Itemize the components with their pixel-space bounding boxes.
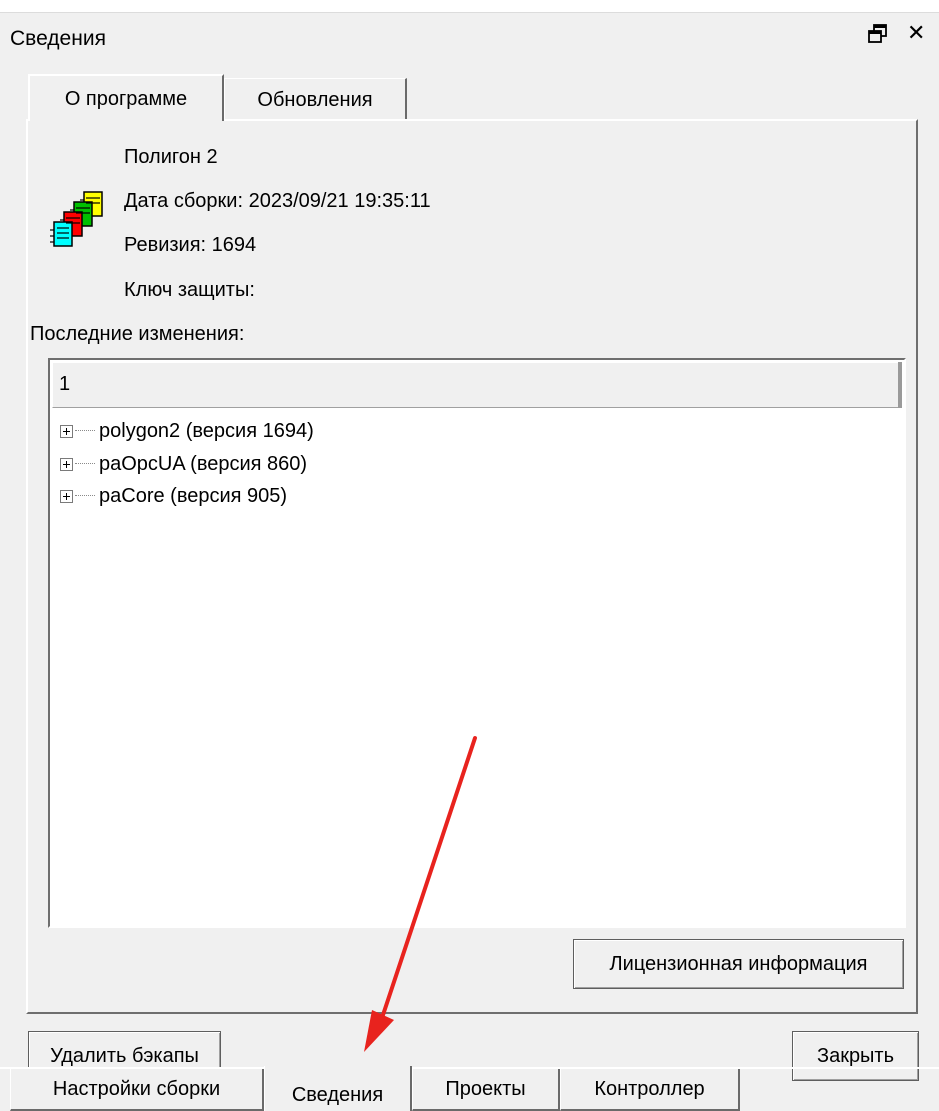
top-edge bbox=[0, 0, 939, 13]
tree-item[interactable]: paOpcUA (версия 860) bbox=[60, 449, 307, 479]
expand-icon[interactable] bbox=[60, 489, 73, 503]
product-name: Полигон 2 bbox=[124, 146, 218, 168]
tree-connector bbox=[75, 430, 95, 432]
tab-about[interactable]: О программе bbox=[28, 74, 224, 121]
tree-connector bbox=[75, 495, 95, 497]
expand-icon[interactable] bbox=[60, 457, 73, 471]
column-header-edge bbox=[898, 362, 902, 408]
tab-about-label: О программе bbox=[64, 88, 188, 110]
tab-build-settings[interactable]: Настройки сборки bbox=[10, 1069, 264, 1111]
tab-controller[interactable]: Контроллер bbox=[560, 1069, 740, 1111]
tree-column-header[interactable]: 1 bbox=[52, 362, 902, 408]
close-icon[interactable]: ✕ bbox=[907, 20, 925, 46]
column-header-label: 1 bbox=[59, 373, 71, 395]
tree-item-label: polygon2 (версия 1694) bbox=[99, 419, 314, 442]
close-button[interactable]: Закрыть bbox=[792, 1031, 919, 1081]
revision: Ревизия: 1694 bbox=[124, 234, 257, 256]
tab-updates[interactable]: Обновления bbox=[224, 78, 407, 119]
tree-item[interactable]: paCore (версия 905) bbox=[60, 481, 287, 511]
tree-item-label: paOpcUA (версия 860) bbox=[99, 452, 308, 475]
protection-key: Ключ защиты: bbox=[124, 279, 255, 301]
tab-info[interactable]: Сведения bbox=[264, 1066, 412, 1111]
window-title: Сведения bbox=[10, 27, 106, 50]
changes-label: Последние изменения: bbox=[30, 323, 245, 345]
tab-updates-label: Обновления bbox=[257, 89, 373, 111]
license-info-button[interactable]: Лицензионная информация bbox=[573, 939, 904, 989]
tree-connector bbox=[75, 463, 95, 465]
tab-projects[interactable]: Проекты bbox=[412, 1069, 560, 1111]
float-window-icon[interactable] bbox=[866, 22, 890, 46]
documents-icon bbox=[50, 191, 103, 247]
tree-item-label: paCore (версия 905) bbox=[99, 484, 288, 507]
expand-icon[interactable] bbox=[60, 424, 73, 438]
tree-item[interactable]: polygon2 (версия 1694) bbox=[60, 416, 314, 446]
build-date: Дата сборки: 2023/09/21 19:35:11 bbox=[124, 190, 431, 212]
